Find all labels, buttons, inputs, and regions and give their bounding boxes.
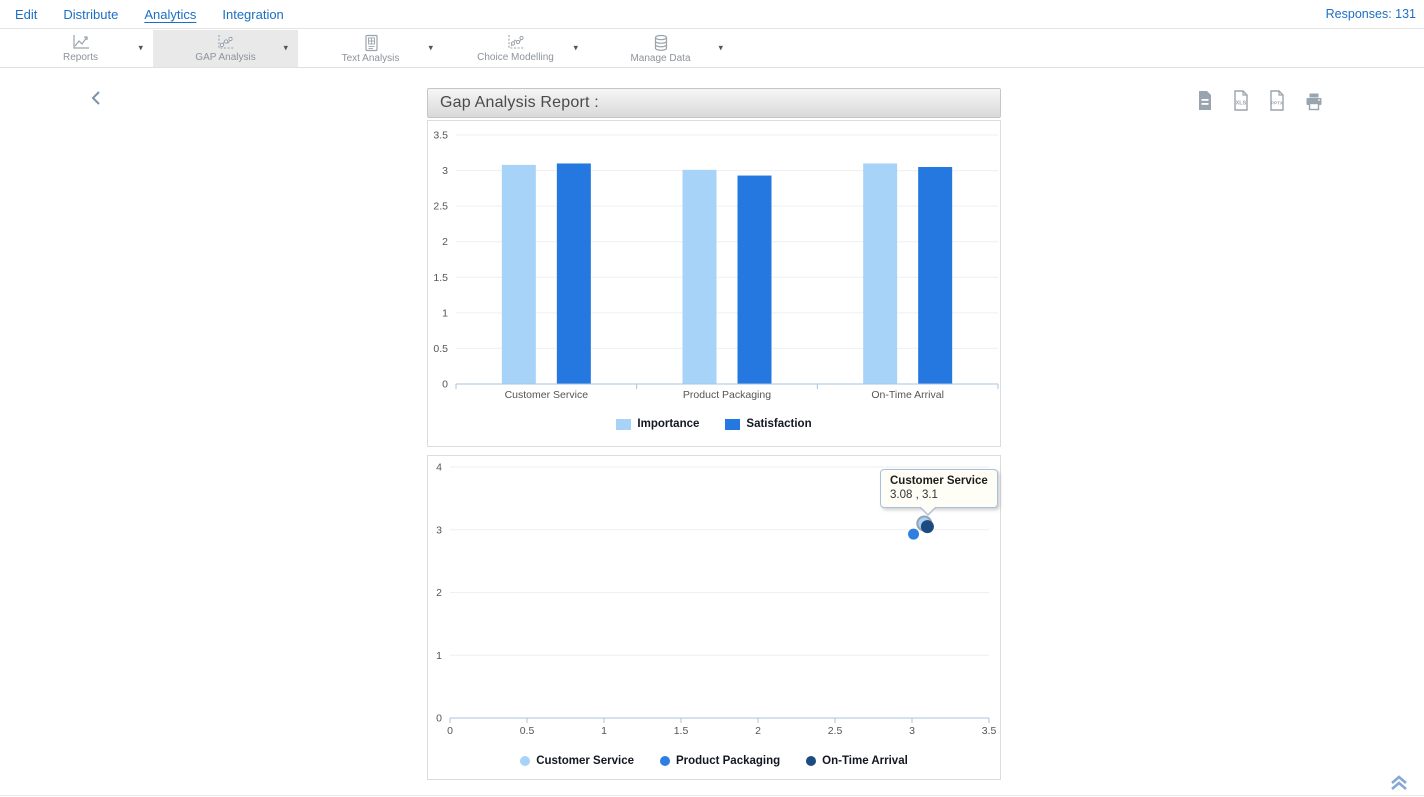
y-axis-tick-label: 1	[442, 307, 448, 319]
export-toolbar: XLS PPTX	[1196, 90, 1324, 111]
chevron-down-icon[interactable]: ▾	[428, 42, 433, 53]
y-axis-tick-label: 3	[442, 165, 448, 177]
legend-item-on-time-arrival[interactable]: On-Time Arrival	[806, 755, 908, 767]
legend-label: Importance	[637, 418, 699, 430]
bar-satisfaction-2[interactable]	[918, 167, 952, 384]
chevron-down-icon[interactable]: ▾	[573, 42, 578, 53]
toolbar-tab-text-analysis[interactable]: Text Analysis ▾	[298, 30, 443, 67]
toolbar-tab-reports[interactable]: Reports ▾	[8, 30, 153, 67]
x-axis-tick-label: 2	[755, 725, 761, 737]
legend-item-importance[interactable]: Importance	[616, 418, 699, 430]
scatter-point-on-time-arrival[interactable]	[921, 520, 934, 533]
gap-analysis-scatter-icon	[216, 34, 236, 51]
toolbar-tab-label: Choice Modelling	[477, 52, 554, 63]
legend-label: Product Packaging	[676, 755, 780, 767]
back-button[interactable]	[90, 90, 110, 110]
chart-tooltip: Customer Service 3.08 , 3.1	[880, 469, 998, 508]
chevron-down-icon[interactable]: ▾	[283, 42, 288, 53]
text-analysis-doc-icon	[361, 34, 381, 52]
legend-item-product-packaging[interactable]: Product Packaging	[660, 755, 780, 767]
bar-importance-2[interactable]	[863, 163, 897, 384]
print-icon[interactable]	[1304, 91, 1324, 111]
legend-label: Customer Service	[536, 755, 634, 767]
database-icon	[651, 34, 671, 52]
xls-export-icon[interactable]: XLS	[1232, 90, 1250, 111]
y-axis-tick-label: 0	[442, 379, 448, 391]
pptx-export-icon[interactable]: PPTX	[1268, 90, 1286, 111]
toolbar-tab-manage-data[interactable]: Manage Data ▾	[588, 30, 733, 67]
scroll-to-top-button[interactable]	[1388, 774, 1410, 797]
chevron-down-icon[interactable]: ▾	[718, 42, 723, 53]
y-axis-tick-label: 1	[436, 650, 442, 662]
nav-item-edit[interactable]: Edit	[15, 7, 37, 22]
analytics-toolbar: Reports ▾ GAP Analysis ▾ Text Analysis ▾	[0, 30, 1424, 68]
report-title-bar: Gap Analysis Report :	[427, 88, 1001, 118]
responses-count: Responses: 131	[1326, 7, 1416, 21]
gap-scatter-chart-panel: 0 1 2 3 4 0 0.5 1 1.5 2 2.5 3 3.5 Customer Service 3…	[427, 455, 1001, 780]
scatter-point-product-packaging[interactable]	[908, 529, 919, 540]
legend-label: Satisfaction	[746, 418, 811, 430]
nav-item-analytics[interactable]: Analytics	[144, 7, 196, 22]
legend-item-satisfaction[interactable]: Satisfaction	[725, 418, 811, 430]
bar-satisfaction-1[interactable]	[738, 176, 772, 384]
toolbar-tab-gap-analysis[interactable]: GAP Analysis ▾	[153, 30, 298, 67]
y-axis-tick-label: 3.5	[433, 130, 448, 142]
chevron-left-icon	[90, 90, 102, 106]
legend-dot	[520, 756, 530, 766]
y-axis-tick-label: 4	[436, 462, 442, 474]
scatter-chart-legend: Customer Service Product Packaging On-Time…	[428, 755, 1000, 767]
x-axis-tick-label: 0.5	[520, 725, 535, 737]
legend-label: On-Time Arrival	[822, 755, 908, 767]
x-axis-tick-label: 2.5	[828, 725, 843, 737]
x-axis-tick-label: 3.5	[982, 725, 997, 737]
bar-chart: 0 0.5 1 1.5 2 2.5 3 3.5 Customer Service Product …	[428, 121, 1000, 413]
bar-importance-1[interactable]	[683, 170, 717, 384]
y-axis-tick-label: 0	[436, 713, 442, 725]
toolbar-tab-label: GAP Analysis	[195, 52, 255, 63]
legend-swatch	[616, 419, 631, 430]
reports-line-chart-icon	[71, 34, 91, 51]
gap-bar-chart-panel: 0 0.5 1 1.5 2 2.5 3 3.5 Customer Service Product …	[427, 120, 1001, 447]
svg-text:PPTX: PPTX	[1271, 101, 1284, 106]
legend-dot	[806, 756, 816, 766]
x-axis-tick-label: 3	[909, 725, 915, 737]
x-axis-category-label: On-Time Arrival	[871, 389, 944, 401]
toolbar-tab-label: Manage Data	[630, 53, 690, 64]
double-chevron-up-icon	[1388, 774, 1410, 792]
tooltip-value: 3.08 , 3.1	[890, 489, 988, 501]
y-axis-tick-label: 3	[436, 524, 442, 536]
x-axis-tick-label: 1	[601, 725, 607, 737]
y-axis-tick-label: 1.5	[433, 272, 448, 284]
bar-satisfaction-0[interactable]	[557, 163, 591, 384]
y-axis-tick-label: 2.5	[433, 201, 448, 213]
bar-importance-0[interactable]	[502, 165, 536, 384]
tooltip-title: Customer Service	[890, 475, 988, 487]
legend-swatch	[725, 419, 740, 430]
legend-dot	[660, 756, 670, 766]
x-axis-category-label: Product Packaging	[683, 389, 771, 401]
chevron-down-icon[interactable]: ▾	[138, 42, 143, 53]
choice-modelling-chart-icon	[506, 34, 526, 51]
y-axis-tick-label: 2	[436, 587, 442, 599]
toolbar-tab-label: Text Analysis	[342, 53, 400, 64]
toolbar-tab-label: Reports	[63, 52, 98, 63]
x-axis-tick-label: 1.5	[674, 725, 689, 737]
top-nav: Edit Distribute Analytics Integration Re…	[0, 0, 1424, 29]
y-axis-tick-label: 0.5	[433, 343, 448, 355]
svg-text:XLS: XLS	[1236, 101, 1247, 107]
x-axis-category-label: Customer Service	[505, 389, 589, 401]
nav-item-distribute[interactable]: Distribute	[63, 7, 118, 22]
toolbar-tab-choice-modelling[interactable]: Choice Modelling ▾	[443, 30, 588, 67]
x-axis-tick-label: 0	[447, 725, 453, 737]
y-axis-tick-label: 2	[442, 236, 448, 248]
bar-chart-legend: Importance Satisfaction	[428, 418, 1000, 430]
document-export-icon[interactable]	[1196, 90, 1214, 111]
nav-item-integration[interactable]: Integration	[222, 7, 283, 22]
legend-item-customer-service[interactable]: Customer Service	[520, 755, 634, 767]
